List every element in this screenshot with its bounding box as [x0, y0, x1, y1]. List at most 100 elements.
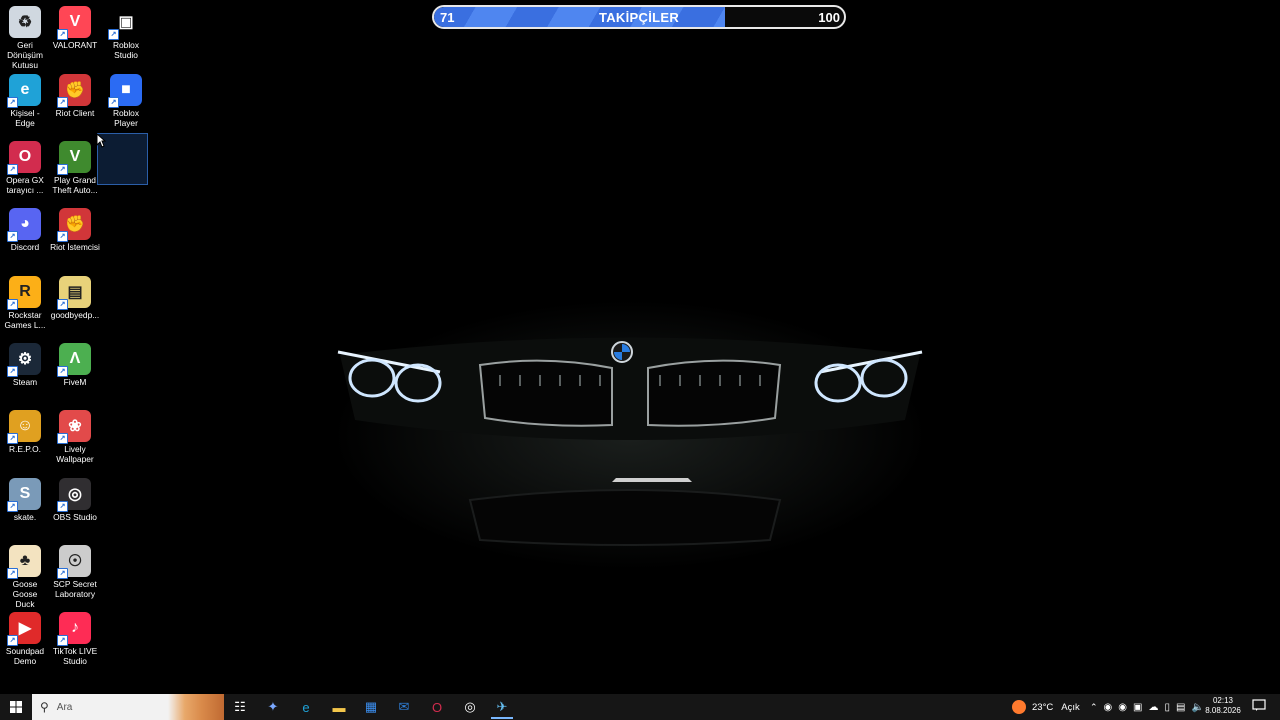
- desktop-icon[interactable]: R ↗ Rockstar Games L...: [0, 276, 50, 330]
- taskbar-clock[interactable]: 02:13 8.08.2026: [1200, 696, 1246, 716]
- desktop-icon[interactable]: S ↗ skate.: [0, 478, 50, 522]
- desktop-icon[interactable]: ▣ ↗ Roblox Studio: [101, 6, 151, 60]
- obs-tray-icon[interactable]: ◉: [1104, 702, 1113, 713]
- weather-icon: [1012, 700, 1026, 714]
- desktop-icon-label: VALORANT: [52, 40, 98, 50]
- desktop-icon-label: Riot Client: [55, 108, 95, 118]
- taskbar-app-opera-gx[interactable]: O: [426, 697, 448, 717]
- opera-gx-icon: O: [431, 699, 443, 715]
- desktop-icon-label: TikTok LIVE Studio: [52, 646, 98, 666]
- desktop-icon-label: Kişisel - Edge: [10, 108, 40, 128]
- taskbar-app-store[interactable]: ▦: [360, 697, 382, 717]
- taskbar-app-file-explorer[interactable]: ▬: [328, 697, 350, 717]
- desktop-icon[interactable]: ■ ↗ Roblox Player: [101, 74, 151, 128]
- search-icon: ⚲: [40, 700, 49, 714]
- desktop-icon[interactable]: ▶ ↗ Soundpad Demo: [0, 612, 50, 666]
- file-explorer-icon: ▬: [332, 699, 346, 715]
- gta-icon: V ↗: [57, 141, 91, 175]
- shortcut-arrow-icon: ↗: [108, 97, 119, 108]
- copilot-icon: ✦: [267, 699, 279, 714]
- desktop-icon[interactable]: ♪ ↗ TikTok LIVE Studio: [50, 612, 100, 666]
- device-tray-icon[interactable]: ▣: [1133, 702, 1142, 713]
- desktop-icon-label: R.E.P.O.: [9, 444, 41, 454]
- valorant-icon: V ↗: [57, 6, 91, 40]
- desktop-icon[interactable]: ♣ ↗ Goose Goose Duck: [0, 545, 50, 609]
- taskbar-app-copilot[interactable]: ✦: [262, 697, 284, 717]
- chevron-up-icon[interactable]: ⌃: [1090, 702, 1098, 713]
- weather-widget[interactable]: 23°C Açık: [1012, 694, 1080, 720]
- desktop-icon[interactable]: ✊ ↗ Riot Client: [50, 74, 100, 118]
- shortcut-arrow-icon: ↗: [57, 433, 68, 444]
- weather-condition: Açık: [1061, 701, 1080, 713]
- taskbar-app-mail[interactable]: ✉: [393, 697, 415, 717]
- start-button[interactable]: [4, 697, 28, 717]
- network-icon[interactable]: ▤: [1176, 702, 1185, 713]
- riot-client-icon: ✊ ↗: [57, 208, 91, 242]
- desktop-icon-label: Steam: [12, 377, 38, 387]
- shortcut-arrow-icon: ↗: [7, 568, 18, 579]
- shortcut-arrow-icon: ↗: [7, 231, 18, 242]
- recycle-bin-icon: ♻: [9, 6, 41, 38]
- folder-zip-icon: ▤ ↗: [57, 276, 91, 310]
- goal-title: TAKİPÇİLER: [598, 10, 680, 25]
- taskbar-app-steam[interactable]: ✈: [491, 697, 513, 719]
- desktop-icon[interactable]: ✊ ↗ Riot İstemcisi: [50, 208, 100, 252]
- desktop-icon[interactable]: V ↗ Play Grand Theft Auto...: [50, 141, 100, 195]
- steam-tray-icon[interactable]: ◉: [1118, 702, 1127, 713]
- taskbar-app-edge[interactable]: e: [295, 697, 317, 717]
- desktop-icon-label: Opera GX tarayıcı ...: [6, 175, 44, 195]
- goal-target-count: 100: [818, 10, 840, 25]
- desktop-icon-label: Rockstar Games L...: [4, 310, 46, 330]
- shortcut-arrow-icon: ↗: [7, 433, 18, 444]
- desktop-icon[interactable]: ♻ Geri Dönüşüm Kutusu: [0, 6, 50, 70]
- shortcut-arrow-icon: ↗: [57, 231, 68, 242]
- shortcut-arrow-icon: ↗: [57, 366, 68, 377]
- desktop-icon[interactable]: O ↗ Opera GX tarayıcı ...: [0, 141, 50, 195]
- desktop-icon[interactable]: ◕ ↗ Discord: [0, 208, 50, 252]
- desktop-icon[interactable]: ☉ ↗ SCP Secret Laboratory: [50, 545, 100, 599]
- lively-icon: ❀ ↗: [57, 410, 91, 444]
- shortcut-arrow-icon: ↗: [7, 164, 18, 175]
- desktop-icon[interactable]: ⚙ ↗ Steam: [0, 343, 50, 387]
- desktop-icon[interactable]: V ↗ VALORANT: [50, 6, 100, 50]
- shortcut-arrow-icon: ↗: [57, 97, 68, 108]
- shortcut-arrow-icon: ↗: [57, 501, 68, 512]
- desktop-icon-label: Roblox Studio: [112, 40, 140, 60]
- taskbar-app-task-view[interactable]: ☷: [229, 697, 251, 717]
- shortcut-arrow-icon: ↗: [57, 635, 68, 646]
- desktop-icon[interactable]: ☺ ↗ R.E.P.O.: [0, 410, 50, 454]
- store-icon: ▦: [364, 699, 378, 714]
- notification-icon[interactable]: [1252, 698, 1266, 712]
- discord-icon: ◕ ↗: [7, 208, 41, 242]
- cloud-tray-icon[interactable]: ☁: [1148, 702, 1158, 713]
- microphone-icon[interactable]: ▯: [1164, 702, 1170, 713]
- skate-icon: S ↗: [7, 478, 41, 512]
- desktop-icon-label: Discord: [10, 242, 40, 252]
- desktop-icon[interactable]: Λ ↗ FiveM: [50, 343, 100, 387]
- taskbar: ⚲ Ara ☷ ✦ e ▬ ▦ ✉ O ◎ ✈ 23°C Açık ⌃ ◉ ◉ ▣ ☁ ▯ ▤ …: [0, 694, 1280, 720]
- scp-icon: ☉ ↗: [57, 545, 91, 579]
- shortcut-arrow-icon: ↗: [57, 164, 68, 175]
- rockstar-icon: R ↗: [7, 276, 41, 310]
- desktop-icon-label: Goose Goose Duck: [12, 579, 38, 609]
- clock-date: 8.08.2026: [1205, 706, 1241, 715]
- desktop-icon-label: Lively Wallpaper: [56, 444, 94, 464]
- desktop-icon-label: SCP Secret Laboratory: [53, 579, 97, 599]
- taskbar-search-box[interactable]: ⚲ Ara: [32, 694, 224, 720]
- fivem-icon: Λ ↗: [57, 343, 91, 377]
- desktop-icon-label: FiveM: [63, 377, 87, 387]
- desktop-icon[interactable]: ◎ ↗ OBS Studio: [50, 478, 100, 522]
- task-view-icon: ☷: [234, 699, 246, 714]
- taskbar-app-chrome[interactable]: ◎: [459, 697, 481, 717]
- mail-icon: ✉: [398, 699, 410, 714]
- clock-time: 02:13: [1212, 696, 1234, 705]
- desktop-icon[interactable]: ▤ ↗ goodbyedp...: [50, 276, 100, 320]
- soundpad-icon: ▶ ↗: [7, 612, 41, 646]
- windows-logo-icon: [10, 701, 22, 713]
- shortcut-arrow-icon: ↗: [57, 29, 68, 40]
- desktop-icon[interactable]: e ↗ Kişisel - Edge: [0, 74, 50, 128]
- desktop-icon[interactable]: ❀ ↗ Lively Wallpaper: [50, 410, 100, 464]
- desktop-icon-label: Geri Dönüşüm Kutusu: [7, 40, 43, 70]
- desktop-wallpaper: [0, 0, 1280, 694]
- shortcut-arrow-icon: ↗: [7, 97, 18, 108]
